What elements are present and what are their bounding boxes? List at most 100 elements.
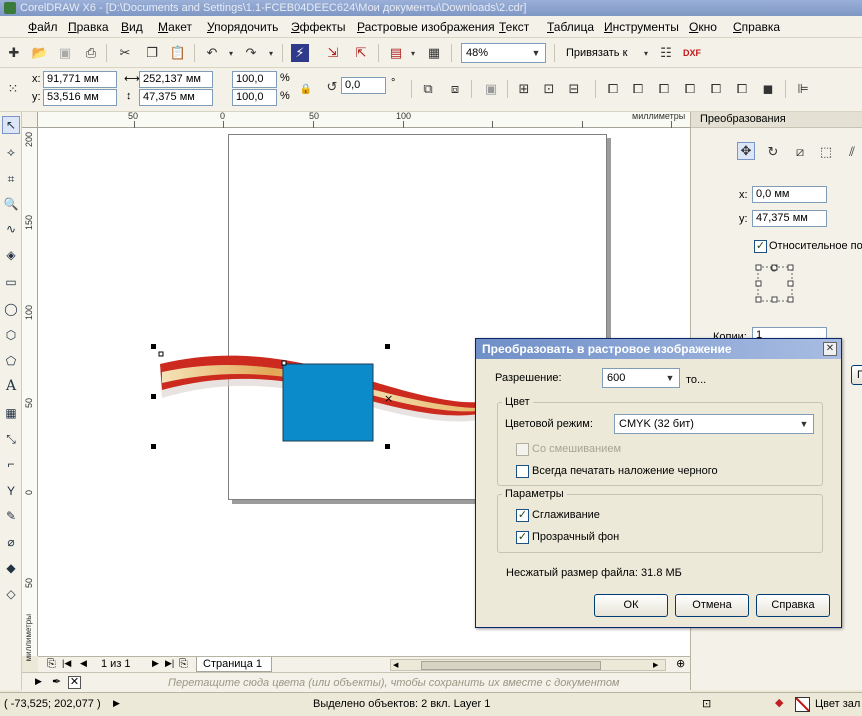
open-folder-icon[interactable]: 📂	[31, 44, 49, 62]
save-icon[interactable]: ▣	[56, 44, 74, 62]
back-minus-front-icon[interactable]: ⧠	[733, 80, 751, 98]
print-icon[interactable]: ⎙	[82, 44, 100, 62]
eyedropper-tool-icon[interactable]: ✎	[2, 507, 20, 525]
menu-file[interactable]: Файл	[28, 20, 58, 34]
ruler-origin-corner[interactable]	[22, 112, 38, 128]
outline-tool-icon[interactable]: ⌀	[2, 533, 20, 551]
scale-y-input[interactable]: 100,0	[232, 89, 277, 106]
previous-page-icon[interactable]: ◀	[80, 658, 87, 669]
snap-dropdown-icon[interactable]: ▾	[637, 44, 655, 62]
position-x-input[interactable]: 91,771 мм	[43, 71, 117, 88]
help-button[interactable]: Справка	[756, 594, 830, 617]
selection-handle[interactable]	[151, 444, 156, 449]
redo-dropdown-icon[interactable]: ▾	[262, 44, 280, 62]
text-tool-icon[interactable]: A	[2, 377, 20, 395]
search-content-icon[interactable]: ⚡	[291, 44, 309, 62]
ellipse-tool-icon[interactable]: ◯	[2, 300, 20, 318]
chevron-down-icon[interactable]: ▼	[797, 417, 811, 431]
antialiasing-checkbox[interactable]: ✓	[516, 509, 529, 522]
last-page-icon[interactable]: ▶|	[165, 658, 174, 669]
transparent-background-checkbox[interactable]: ✓	[516, 531, 529, 544]
dock-x-input[interactable]: 0,0 мм	[752, 186, 827, 203]
ungroup-all-icon[interactable]: ⊟	[565, 80, 583, 98]
anchor-grid-icon[interactable]	[755, 264, 795, 304]
selection-handle[interactable]	[151, 394, 156, 399]
color-mode-select[interactable]: CMYK (32 бит) ▼	[614, 414, 814, 434]
node-handle[interactable]	[281, 360, 287, 366]
status-expand-icon[interactable]: ▶	[113, 698, 120, 709]
size-transform-icon[interactable]: ⬚	[817, 143, 835, 161]
interactive-fill-tool-icon[interactable]: ◇	[2, 585, 20, 603]
combine-icon[interactable]: ▣	[482, 80, 500, 98]
zoom-level-combo[interactable]: 48% ▼	[461, 43, 546, 63]
new-document-icon[interactable]: ✚	[5, 44, 23, 62]
color-proof-icon[interactable]: ⊡	[702, 697, 711, 710]
copy-icon[interactable]: ❐	[143, 44, 161, 62]
freehand-tool-icon[interactable]: ∿	[2, 220, 20, 238]
front-minus-back-icon[interactable]: ⧠	[707, 80, 725, 98]
horizontal-ruler[interactable]: 50 0 50 100 миллиметры	[38, 111, 690, 128]
no-color-swatch-icon[interactable]: ✕	[68, 676, 81, 689]
selection-handle[interactable]	[385, 344, 390, 349]
no-fill-swatch-icon[interactable]	[795, 697, 810, 712]
scale-mirror-icon[interactable]: ⧄	[791, 143, 809, 161]
eyedropper-icon[interactable]: ✒	[52, 675, 61, 688]
pick-tool-icon[interactable]: ↖	[2, 116, 20, 134]
scroll-right-icon[interactable]: ▶	[653, 661, 663, 670]
add-page-after-icon[interactable]: ⎘	[179, 658, 188, 671]
create-boundary-icon[interactable]: ◼	[759, 80, 777, 98]
redo-icon[interactable]: ↷	[242, 44, 260, 62]
menu-table[interactable]: Таблица	[547, 20, 594, 34]
menu-layout[interactable]: Макет	[158, 20, 192, 34]
smart-fill-tool-icon[interactable]: ◈	[2, 246, 20, 264]
shape-tool-icon[interactable]: ⟡	[2, 143, 20, 161]
zoom-navigator-icon[interactable]: ⊕	[676, 657, 685, 670]
ok-button[interactable]: ОК	[594, 594, 668, 617]
undo-dropdown-icon[interactable]: ▾	[222, 44, 240, 62]
dimension-tool-icon[interactable]: ⤡	[2, 430, 20, 448]
apply-button[interactable]: П	[851, 365, 862, 385]
align-distribute-icon[interactable]: ⊫	[794, 80, 812, 98]
cancel-button[interactable]: Отмена	[675, 594, 749, 617]
ungroup-icon[interactable]: ⊡	[540, 80, 558, 98]
import-icon[interactable]: ⇲	[324, 44, 342, 62]
export-icon[interactable]: ⇱	[352, 44, 370, 62]
polygon-tool-icon[interactable]: ⬡	[2, 326, 20, 344]
vertical-ruler[interactable]: 200 150 100 50 0 50 миллиметры	[22, 128, 38, 661]
menu-bitmaps[interactable]: Растровые изображения	[357, 20, 495, 34]
close-icon[interactable]: ✕	[823, 342, 837, 356]
mirror-horizontal-icon[interactable]: ⧉	[419, 80, 437, 98]
rotate-transform-icon[interactable]: ↻	[764, 143, 782, 161]
blue-square[interactable]	[282, 363, 374, 442]
dxf-export-icon[interactable]: DXF	[683, 44, 701, 62]
crop-tool-icon[interactable]: ⌗	[2, 170, 20, 188]
launcher-dropdown-icon[interactable]: ▾	[404, 44, 422, 62]
menu-tools[interactable]: Инструменты	[604, 20, 679, 34]
paste-icon[interactable]: 📋	[169, 44, 187, 62]
menu-help[interactable]: Справка	[733, 20, 780, 34]
snap-to-label[interactable]: Привязать к	[566, 47, 627, 59]
chevron-down-icon[interactable]: ▼	[663, 371, 677, 385]
menu-view[interactable]: Вид	[121, 20, 143, 34]
zoom-tool-icon[interactable]: 🔍	[2, 195, 20, 213]
rectangle-tool-icon[interactable]: ▭	[2, 273, 20, 291]
chevron-down-icon[interactable]: ▼	[529, 46, 543, 60]
palette-menu-icon[interactable]: ▶	[35, 676, 42, 687]
scroll-left-icon[interactable]: ◀	[393, 661, 403, 670]
overprint-black-checkbox[interactable]	[516, 465, 529, 478]
selection-handle[interactable]	[385, 444, 390, 449]
scale-x-input[interactable]: 100,0	[232, 71, 277, 88]
cut-icon[interactable]: ✂	[116, 44, 134, 62]
table-tool-icon[interactable]: ▦	[2, 404, 20, 422]
intersect-icon[interactable]: ⧠	[655, 80, 673, 98]
object-width-input[interactable]: 252,137 мм	[139, 71, 213, 88]
skew-transform-icon[interactable]: ⫽	[843, 143, 861, 161]
group-icon[interactable]: ⊞	[515, 80, 533, 98]
position-y-input[interactable]: 53,516 мм	[43, 89, 117, 106]
application-launcher-icon[interactable]: ▤	[387, 44, 405, 62]
weld-icon[interactable]: ⧠	[604, 80, 622, 98]
welcome-screen-icon[interactable]: ▦	[425, 44, 443, 62]
menu-arrange[interactable]: Упорядочить	[207, 20, 278, 34]
dithered-checkbox[interactable]	[516, 443, 529, 456]
options-icon[interactable]: ☷	[657, 44, 675, 62]
